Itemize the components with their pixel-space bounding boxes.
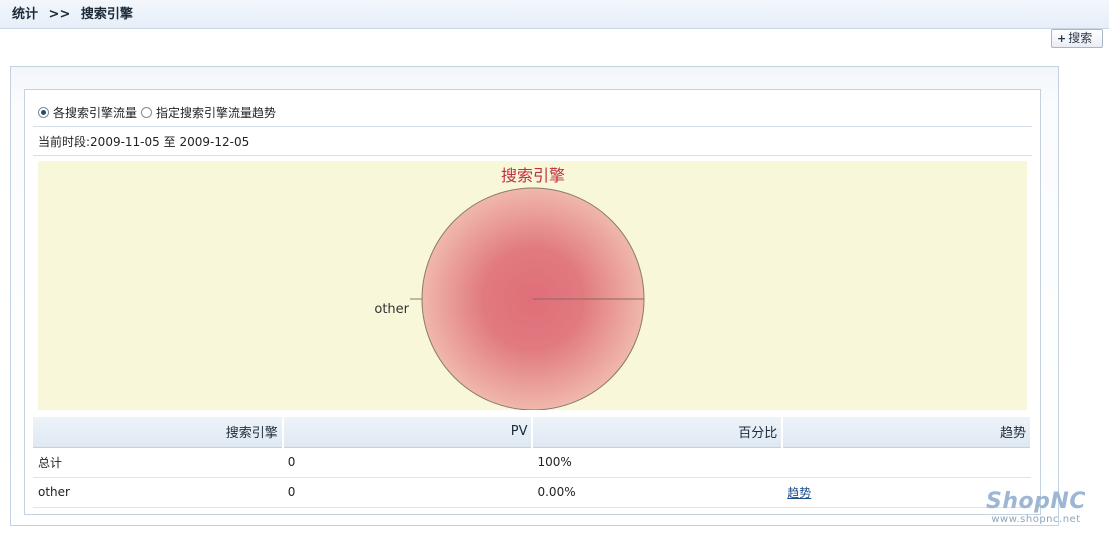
cell-trend: [782, 447, 1031, 478]
divider: [33, 126, 1032, 127]
period-info: 当前时段:2009-11-05 至 2009-12-05: [38, 133, 249, 151]
cell-percent: 0.00%: [532, 477, 783, 508]
breadcrumb: 统计 >> 搜索引擎: [0, 0, 1109, 29]
radio-all-engines-label[interactable]: 各搜索引擎流量: [53, 104, 137, 121]
engine-table: 搜索引擎 PV 百分比 趋势 总计 0 100% other 0 0.00% 趋…: [33, 417, 1032, 508]
column-header-trend: 趋势: [782, 417, 1032, 448]
shopnc-logo: ShopNC www.shopnc.net: [971, 490, 1101, 526]
breadcrumb-parent[interactable]: 统计: [12, 7, 38, 22]
cell-pv: 0: [282, 447, 533, 478]
pie-chart-svg: 搜索引擎 other: [374, 166, 645, 410]
period-end: 2009-12-05: [179, 135, 250, 149]
plus-icon: +: [1057, 32, 1067, 45]
table-header-row: 搜索引擎 PV 百分比 趋势: [33, 417, 1032, 448]
radio-engine-trend-label[interactable]: 指定搜索引擎流量趋势: [156, 104, 276, 121]
cell-pv: 0: [282, 477, 533, 508]
column-header-percent: 百分比: [532, 417, 784, 448]
view-options: 各搜索引擎流量 指定搜索引擎流量趋势: [38, 103, 280, 121]
radio-engine-trend[interactable]: [141, 106, 153, 118]
period-start: 2009-11-05: [90, 135, 160, 149]
trend-link[interactable]: 趋势: [787, 486, 811, 500]
column-header-pv: PV: [282, 417, 534, 448]
breadcrumb-current: 搜索引擎: [80, 7, 133, 22]
breadcrumb-separator: >>: [48, 7, 71, 22]
period-to: 至: [163, 135, 176, 149]
logo-url: www.shopnc.net: [991, 514, 1081, 525]
table-row: other 0 0.00% 趋势: [33, 477, 1031, 508]
divider: [33, 155, 1032, 156]
search-button[interactable]: + 搜索: [1051, 29, 1103, 48]
radio-all-engines[interactable]: [38, 106, 49, 118]
column-header-engine: 搜索引擎: [33, 417, 284, 448]
table-row: 总计 0 100%: [33, 447, 1031, 478]
period-label: 当前时段:: [38, 135, 91, 149]
search-button-label: 搜索: [1068, 31, 1093, 45]
cell-percent: 100%: [532, 447, 783, 478]
cell-engine: 总计: [33, 447, 283, 478]
cell-engine: other: [33, 477, 283, 508]
chart-title: 搜索引擎: [501, 166, 565, 185]
pie-label-other: other: [374, 302, 409, 317]
pie-chart: 搜索引擎 other: [38, 161, 1027, 410]
logo-name: ShopNC: [986, 489, 1086, 514]
